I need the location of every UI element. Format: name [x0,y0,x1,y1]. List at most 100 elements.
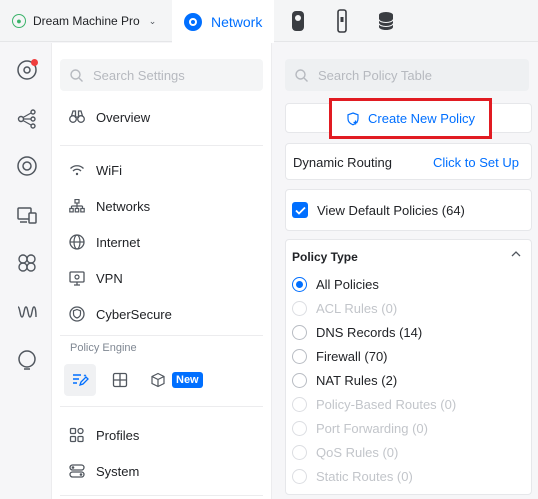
console-status-icon: ● [12,14,26,28]
objects-tool[interactable] [142,364,174,396]
dashboard-icon[interactable] [14,57,40,83]
console-name: Dream Machine Pro [33,14,140,28]
cube-icon [151,372,165,388]
policy-type-label: Firewall (70) [316,348,388,364]
nav-item-label: System [96,463,140,479]
nav-item-internet[interactable]: Internet [68,228,258,256]
tab-network-label: Network [211,13,263,30]
nav-divider [60,335,263,336]
search-policy-input[interactable] [318,67,518,83]
policy-type-label: ACL Rules (0) [316,300,398,316]
new-badge: New [172,372,203,388]
topology-icon[interactable] [14,106,40,132]
policy-type-option[interactable]: All Policies [292,274,379,294]
policy-type-label: DNS Records (14) [316,324,423,340]
binoculars-icon [68,108,86,126]
alarm-manager-icon[interactable] [14,347,40,373]
check-icon [294,206,306,215]
network-app-icon [184,12,202,31]
dynamic-routing-setup-link[interactable]: Click to Set Up [433,155,519,170]
wifi-icon [68,161,86,179]
policy-table-tool[interactable] [64,364,96,396]
policy-type-option: ACL Rules (0) [292,298,397,318]
network-tree-icon [68,197,86,215]
policy-type-label: NAT Rules (2) [316,372,398,388]
nav-item-label: CyberSecure [96,306,172,322]
policy-table-search[interactable] [285,59,529,91]
zones-tool[interactable] [104,364,136,396]
nav-item-vpn[interactable]: VPN [68,264,258,292]
policy-type-option: QoS Rules (0) [292,442,398,462]
radio-selected [292,276,307,292]
policy-type-label: Static Routes (0) [316,468,413,484]
vpn-monitor-icon [68,269,86,287]
view-default-label: View Default Policies (64) [317,203,465,218]
policy-type-option: Port Forwarding (0) [292,418,428,438]
search-settings-input[interactable] [93,67,253,83]
settings-nav: Overview WiFi Networks Internet VPN Cybe… [52,43,272,499]
policy-type-option[interactable]: Firewall (70) [292,346,388,366]
policy-type-option: Static Routes (0) [292,466,413,486]
nav-item-label: Overview [96,109,151,125]
policy-type-label: QoS Rules (0) [316,444,399,460]
policy-type-option[interactable]: NAT Rules (2) [292,370,397,390]
radio-disabled [292,444,307,460]
radio-disabled [292,420,307,436]
create-new-policy-button[interactable]: Create New Policy [329,98,492,139]
storage-app-icon[interactable] [374,9,398,33]
tab-network[interactable]: Network [172,0,274,43]
nav-item-label: WiFi [96,162,122,178]
client-devices-icon[interactable] [14,202,40,228]
policy-edit-icon [73,374,89,387]
policy-type-title: Policy Type [292,250,358,264]
nav-item-system[interactable]: System [68,457,258,485]
nav-item-label: Internet [96,234,141,250]
radio-disabled [292,300,307,316]
nav-item-label: Networks [96,198,151,214]
unifi-devices-icon[interactable] [14,153,40,179]
console-selector[interactable]: ● Dream Machine Pro ⌄ [12,0,156,42]
policy-type-option: Policy-Based Routes (0) [292,394,456,414]
nav-divider [60,145,263,146]
create-policy-icon [347,111,359,125]
system-toggles-icon [68,462,86,480]
search-icon [70,68,83,82]
top-bar: ● Dream Machine Pro ⌄ Network [0,0,538,43]
globe-icon [68,233,86,251]
icon-rail [0,43,52,499]
shield-icon [68,305,86,323]
radio-waves-icon[interactable] [14,299,40,325]
nav-item-profiles[interactable]: Profiles [68,421,258,449]
policy-type-label: Port Forwarding (0) [316,420,428,436]
radio [292,324,307,340]
dynamic-routing-label: Dynamic Routing [293,155,392,170]
search-icon [295,68,308,82]
protect-app-icon[interactable] [286,9,310,33]
chevron-down-icon: ⌄ [148,15,157,26]
nav-divider [60,406,263,407]
policy-type-label: All Policies [316,276,379,292]
policy-type-label: Policy-Based Routes (0) [316,396,457,412]
notification-dot [31,59,38,66]
nav-item-cybersecure[interactable]: CyberSecure [68,300,258,328]
radio [292,372,307,388]
profiles-icon [68,426,86,444]
nav-item-label: VPN [96,270,123,286]
nav-item-overview[interactable]: Overview [68,103,258,131]
access-app-icon[interactable] [330,9,354,33]
radio-disabled [292,396,307,412]
create-new-policy-label: Create New Policy [368,111,475,126]
insights-icon[interactable] [14,250,40,276]
chevron-up-icon[interactable] [510,248,522,260]
policy-type-option[interactable]: DNS Records (14) [292,322,422,342]
nav-item-label: Profiles [96,427,140,443]
nav-item-networks[interactable]: Networks [68,192,258,220]
nav-divider [60,495,263,496]
nav-item-wifi[interactable]: WiFi [68,156,258,184]
grid-icon [112,372,128,388]
policy-panel: Create New Policy Dynamic Routing Click … [272,43,538,499]
radio-disabled [292,468,307,484]
view-default-checkbox[interactable] [292,202,308,218]
settings-search[interactable] [60,59,263,91]
radio [292,348,307,364]
